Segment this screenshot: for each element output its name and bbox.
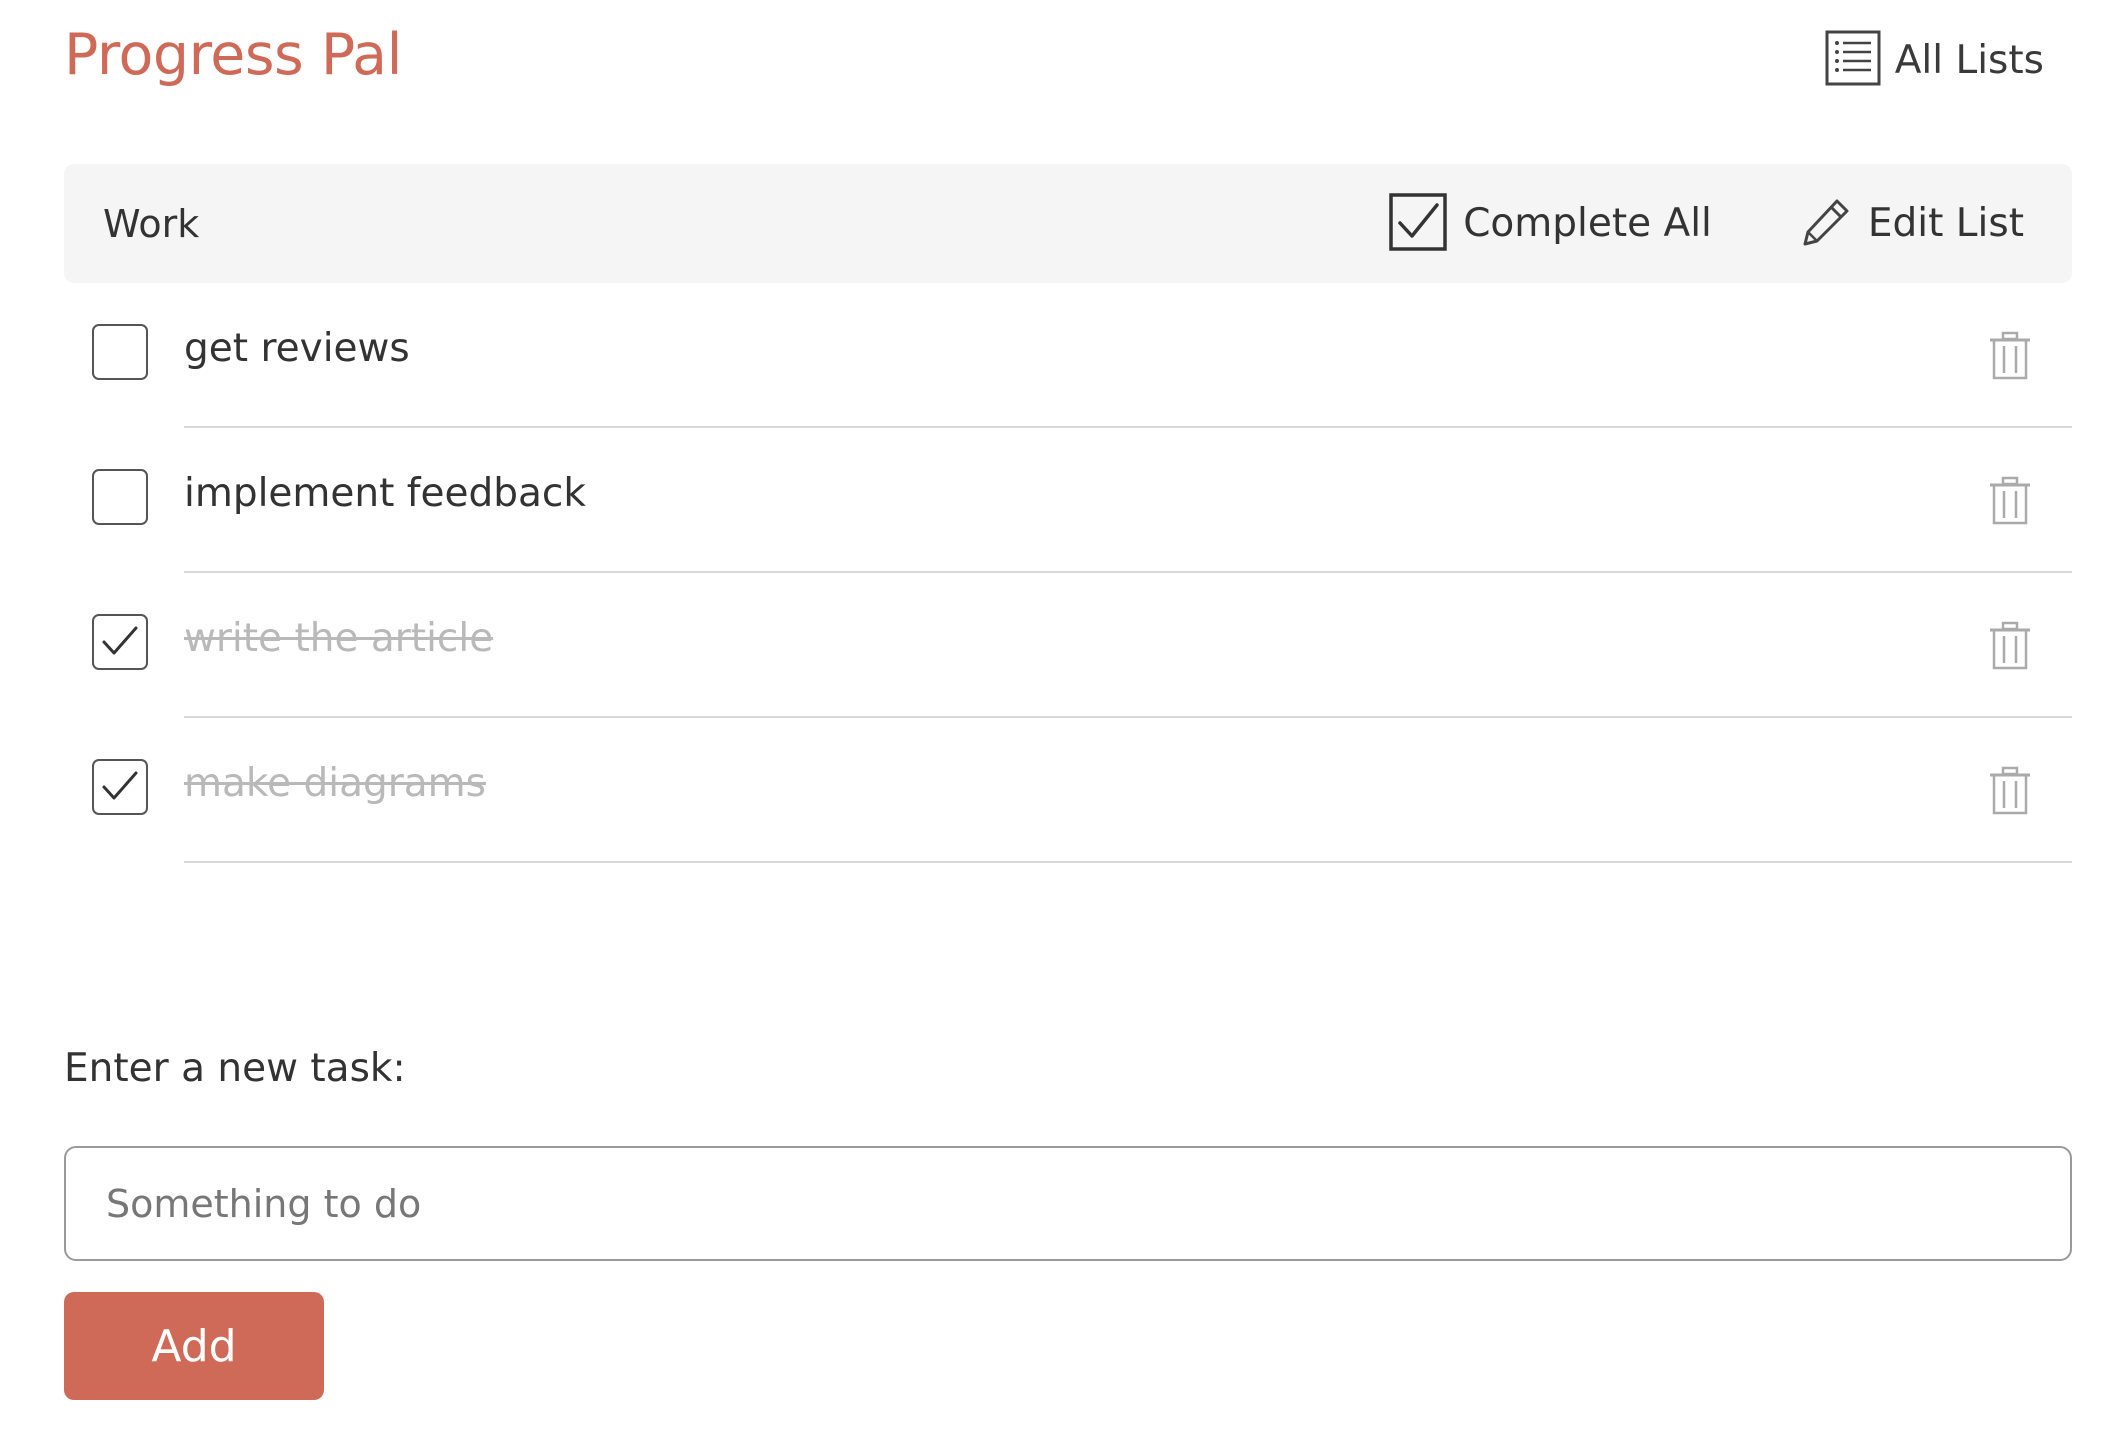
app-title: Progress Pal [64,22,402,88]
task-text: write the article [184,616,494,661]
task-divider [184,861,2072,863]
all-lists-label: All Lists [1894,37,2044,83]
task-checkbox[interactable] [92,324,148,380]
task-row: implement feedback [64,428,2072,573]
trash-icon[interactable] [1988,766,2032,820]
trash-icon[interactable] [1988,331,2032,385]
trash-icon[interactable] [1988,476,2032,530]
add-button[interactable]: Add [64,1292,324,1400]
list-name: Work [103,201,200,246]
all-lists-link[interactable]: All Lists [1825,30,2044,90]
task-row: get reviews [64,283,2072,428]
complete-all-button[interactable]: Complete All [1389,192,1712,255]
new-task-input[interactable] [64,1146,2072,1261]
list-header: Work Complete All Edit List [64,164,2072,283]
trash-icon[interactable] [1988,621,2032,675]
edit-list-button[interactable]: Edit List [1800,196,2024,252]
new-task-label: Enter a new task: [64,1046,406,1091]
list-actions: Complete All Edit List [1389,192,2024,255]
app-page: Progress Pal All Lists Work Complete All… [0,0,2126,1440]
checkbox-checked-icon [1389,192,1447,255]
task-text: implement feedback [184,471,586,516]
task-text: make diagrams [184,761,486,806]
task-checkbox[interactable] [92,759,148,815]
list-icon [1825,30,1881,90]
complete-all-label: Complete All [1463,201,1712,246]
task-row: make diagrams [64,718,2072,863]
task-text: get reviews [184,326,410,371]
task-checkbox[interactable] [92,614,148,670]
task-checkbox[interactable] [92,469,148,525]
edit-list-label: Edit List [1867,201,2024,246]
task-row: write the article [64,573,2072,718]
task-list: get reviews implement feedback write the… [64,283,2072,863]
pencil-icon [1800,196,1852,252]
